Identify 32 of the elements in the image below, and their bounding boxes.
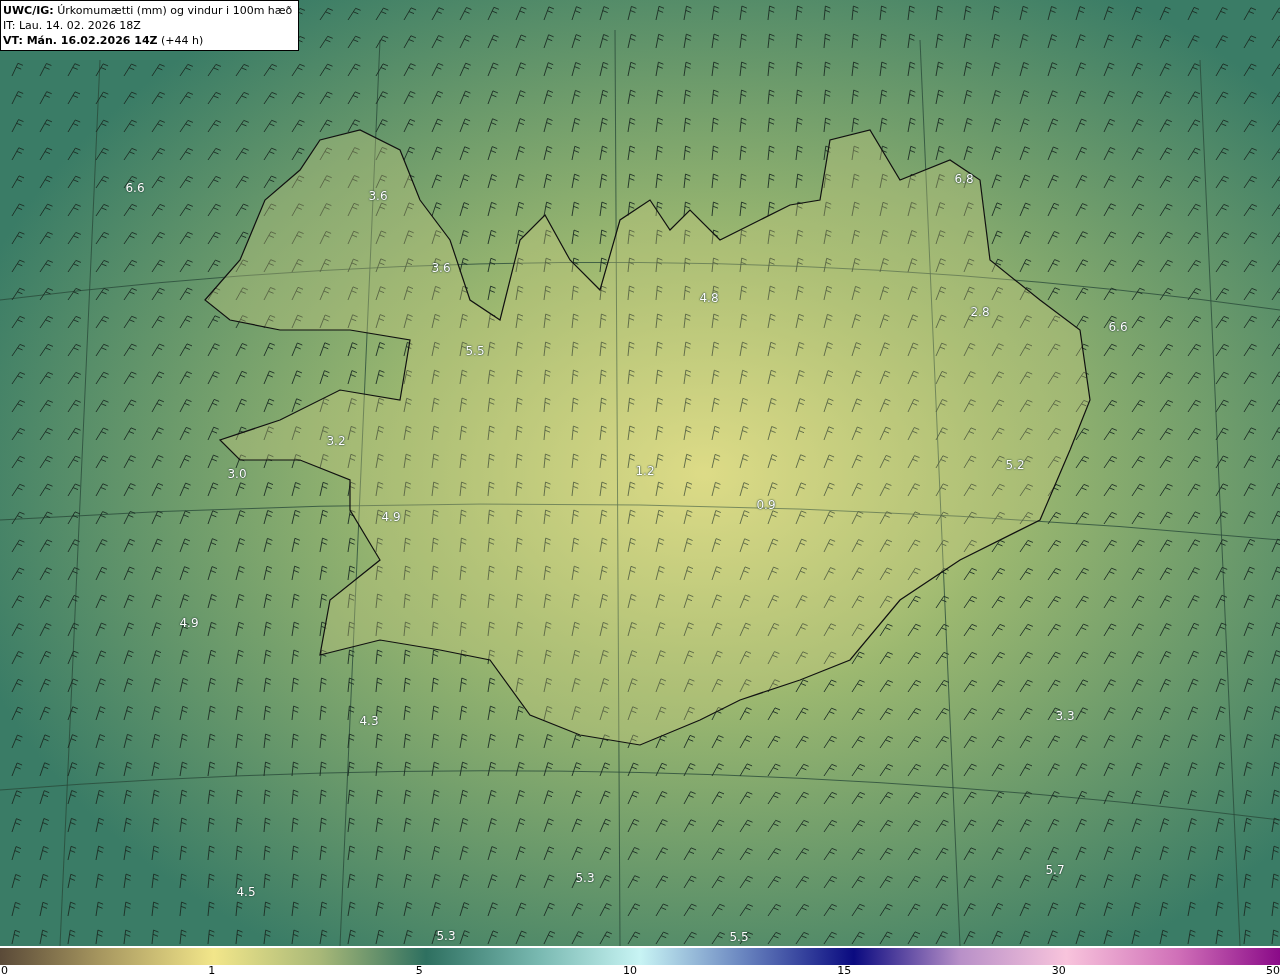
precipitation-value: 4.9 bbox=[381, 510, 401, 524]
precipitation-value: 6.6 bbox=[125, 181, 145, 195]
precipitation-value: 5.7 bbox=[1045, 863, 1065, 877]
precipitation-value: 0.9 bbox=[756, 498, 776, 512]
precipitation-value: 2.8 bbox=[970, 305, 990, 319]
precipitation-value: 4.5 bbox=[236, 885, 256, 899]
issue-time: IT: Lau. 14. 02. 2026 18Z bbox=[3, 18, 142, 33]
scale-tick-label: 0 bbox=[1, 965, 8, 977]
precipitation-value: 4.9 bbox=[179, 616, 199, 630]
precipitation-value: 6.8 bbox=[954, 172, 974, 186]
precipitation-value: 3.3 bbox=[1055, 709, 1075, 723]
precipitation-value: 5.3 bbox=[436, 929, 456, 943]
precipitation-value: 5.5 bbox=[729, 930, 749, 944]
chart-title: UWC/IG: Úrkomumætti (mm) og vindur i 100m hæð bbox=[3, 3, 293, 18]
precipitation-value: 3.2 bbox=[326, 434, 346, 448]
precipitation-value: 5.3 bbox=[575, 871, 595, 885]
precipitation-value: 6.6 bbox=[1108, 320, 1128, 334]
precipitation-value: 3.6 bbox=[431, 261, 451, 275]
precipitation-value: 3.6 bbox=[368, 189, 388, 203]
precipitation-value: 1.2 bbox=[635, 464, 655, 478]
precipitation-value: 5.5 bbox=[465, 344, 485, 358]
scale-tick-label: 1 bbox=[208, 965, 216, 977]
precipitation-value: 4.3 bbox=[359, 714, 379, 728]
scale-tick-label: 30 bbox=[1051, 965, 1066, 977]
scale-tick-label: 5 bbox=[415, 965, 423, 977]
valid-time: VT: Mán. 16.02.2026 14Z (+44 h) bbox=[3, 33, 205, 48]
precipitation-value: 5.2 bbox=[1005, 458, 1025, 472]
precipitation-value: 3.0 bbox=[227, 467, 247, 481]
scale-tick-label: 10 bbox=[623, 965, 637, 977]
precipitation-value: 4.8 bbox=[699, 291, 719, 305]
scale-tick-label: 15 bbox=[837, 965, 852, 977]
scale-tick-label: 50 bbox=[1265, 965, 1280, 977]
